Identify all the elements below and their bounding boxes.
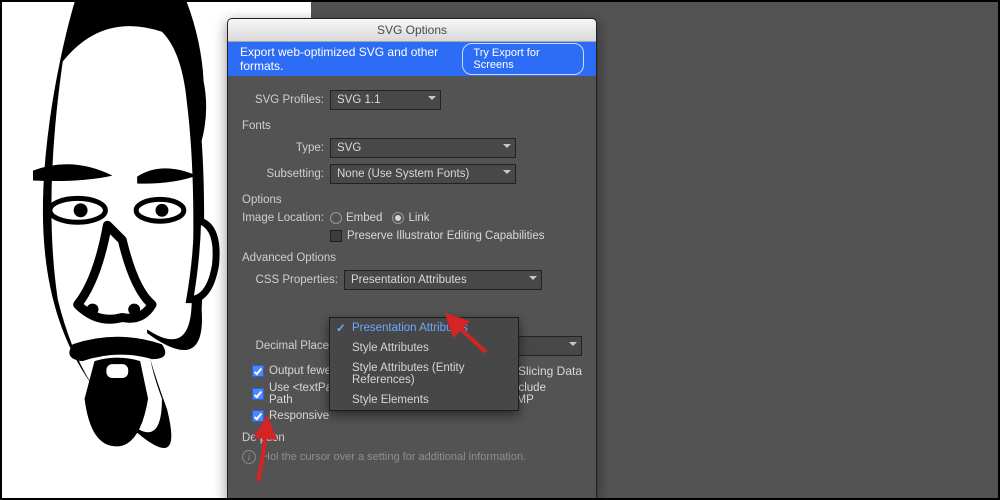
image-location-link-radio[interactable]: Link [392,212,429,224]
image-location-embed-radio[interactable]: Embed [330,212,382,224]
chevron-down-icon [569,342,577,350]
info-icon: i [242,450,256,464]
banner-message: Export web-optimized SVG and other forma… [240,45,462,73]
css-properties-value: Presentation Attributes [351,274,467,286]
chevron-down-icon [529,276,537,284]
dropdown-item-style-attributes[interactable]: Style Attributes [330,338,518,358]
chevron-down-icon [503,170,511,178]
image-location-label: Image Location: [242,212,330,224]
advanced-options-section-label: Advanced Options [242,252,582,264]
try-export-for-screens-button[interactable]: Try Export for Screens [462,43,584,75]
preserve-illustrator-checkbox[interactable]: Preserve Illustrator Editing Capabilitie… [330,230,545,242]
css-properties-dropdown-menu[interactable]: Presentation Attributes Style Attributes… [329,317,519,411]
font-subsetting-select[interactable]: None (Use System Fonts) [330,164,516,184]
css-properties-select[interactable]: Presentation Attributes [344,270,542,290]
font-subsetting-value: None (Use System Fonts) [337,168,469,180]
css-properties-label: CSS Properties: [252,274,344,286]
font-subsetting-label: Subsetting: [252,168,330,180]
dropdown-item-style-attributes-entity[interactable]: Style Attributes (Entity References) [330,358,518,390]
dialog-title: SVG Options [377,23,447,37]
dialog-titlebar[interactable]: SVG Options [228,19,596,42]
font-type-select[interactable]: SVG [330,138,516,158]
font-type-label: Type: [252,142,330,154]
font-type-value: SVG [337,142,361,154]
description-hint: Hol the cursor over a setting for additi… [262,451,526,463]
chevron-down-icon [503,144,511,152]
dialog-banner: Export web-optimized SVG and other forma… [228,42,596,76]
svg-profiles-label: SVG Profiles: [242,94,330,106]
responsive-checkbox[interactable]: Responsive [252,410,329,422]
output-fewer-checkbox[interactable]: Output fewer [252,365,335,377]
dropdown-item-presentation-attributes[interactable]: Presentation Attributes [330,318,518,338]
svg-profiles-value: SVG 1.1 [337,94,380,106]
description-section-label: De ption [242,432,582,444]
svg-options-dialog: SVG Options Export web-optimized SVG and… [227,18,597,500]
chevron-down-icon [428,96,436,104]
options-section-label: Options [242,194,582,206]
dropdown-item-style-elements[interactable]: Style Elements [330,390,518,410]
fonts-section-label: Fonts [242,120,582,132]
svg-profiles-select[interactable]: SVG 1.1 [330,90,441,110]
